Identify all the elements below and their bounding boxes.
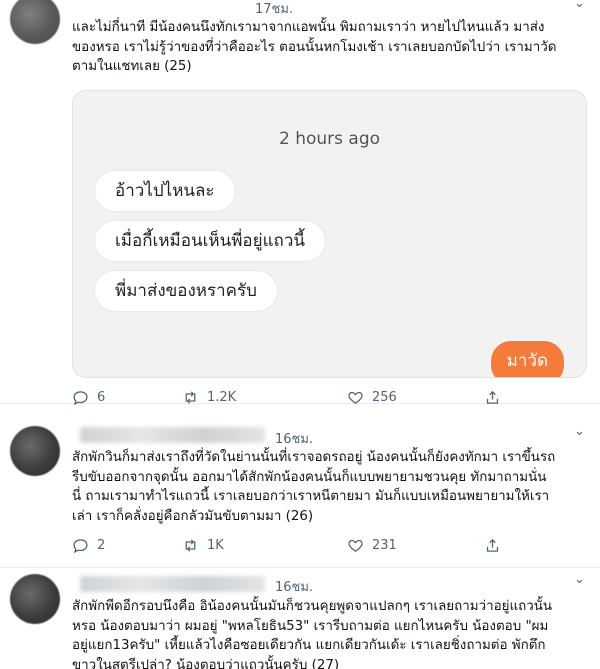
reply-count: 6 <box>97 390 106 405</box>
tweet-actions: 2 1K 231 <box>72 537 512 557</box>
display-name-blurred <box>80 576 265 592</box>
tweet-2: 16ชม. ⌄ สักพักวินก็มาส่งเราถึงที่วัดในย่… <box>0 412 600 568</box>
chevron-down-icon[interactable]: ⌄ <box>574 424 585 439</box>
tweet-time[interactable]: 17ชม. <box>255 0 293 19</box>
share-button[interactable] <box>484 389 501 406</box>
like-icon <box>348 539 363 552</box>
display-name-blurred <box>80 427 265 443</box>
reply-button[interactable]: 2 <box>72 537 105 554</box>
tweet-3: 16ชม. ⌄ สักพักพีดอีกรอบนึงคือ อิน้องคนนั… <box>0 568 600 669</box>
avatar[interactable] <box>10 574 60 624</box>
chat-timestamp: 2 hours ago <box>278 129 381 149</box>
tweet-text: สักพักวินก็มาส่งเราถึงที่วัดในย่านนั้นที… <box>72 450 556 524</box>
tweet-1: 17ชม. ⌄ และไม่กี่นาที มีน้องคนนึงทักเราม… <box>0 0 600 406</box>
tweet-text: สักพักพีดอีกรอบนึงคือ อิน้องคนนั้นมันก็ช… <box>72 599 553 669</box>
retweet-button[interactable]: 1K <box>182 537 224 554</box>
like-icon <box>348 391 363 404</box>
chat-bubble-outgoing: มาวัด <box>490 341 564 377</box>
retweet-count: 1K <box>207 538 224 553</box>
chevron-down-icon[interactable]: ⌄ <box>574 572 585 587</box>
chat-screenshot[interactable]: 2 hours ago อ้าวไปไหนละ เมื่อกี้เหมือนเห… <box>72 90 587 378</box>
chevron-down-icon[interactable]: ⌄ <box>574 0 585 11</box>
retweet-icon <box>185 539 196 552</box>
like-button[interactable]: 231 <box>347 537 397 554</box>
share-button[interactable] <box>484 537 501 554</box>
chat-bubble-incoming: พี่มาส่งของหราครับ <box>95 271 277 311</box>
chat-bubble-incoming: อ้าวไปไหนละ <box>95 171 235 211</box>
retweet-icon <box>185 391 196 404</box>
share-icon <box>486 538 499 552</box>
tweet-actions: 6 1.2K 256 <box>72 389 512 409</box>
like-count: 256 <box>372 390 397 405</box>
retweet-count: 1.2K <box>207 390 237 405</box>
reply-icon <box>73 539 88 554</box>
like-button[interactable]: 256 <box>347 389 397 406</box>
like-count: 231 <box>372 538 397 553</box>
avatar[interactable] <box>10 426 60 476</box>
retweet-button[interactable]: 1.2K <box>182 389 236 406</box>
reply-count: 2 <box>97 538 106 553</box>
reply-button[interactable]: 6 <box>72 389 105 406</box>
tweet-time[interactable]: 16ชม. <box>275 576 313 597</box>
share-icon <box>486 390 499 404</box>
avatar[interactable] <box>10 0 60 44</box>
chat-bubble-incoming: เมื่อกี้เหมือนเห็นพี่อยู่แถวนี้ <box>95 221 326 261</box>
reply-icon <box>73 391 88 406</box>
tweet-time[interactable]: 16ชม. <box>275 428 313 449</box>
tweet-text: และไม่กี่นาที มีน้องคนนึงทักเรามาจากแอพน… <box>72 20 557 74</box>
